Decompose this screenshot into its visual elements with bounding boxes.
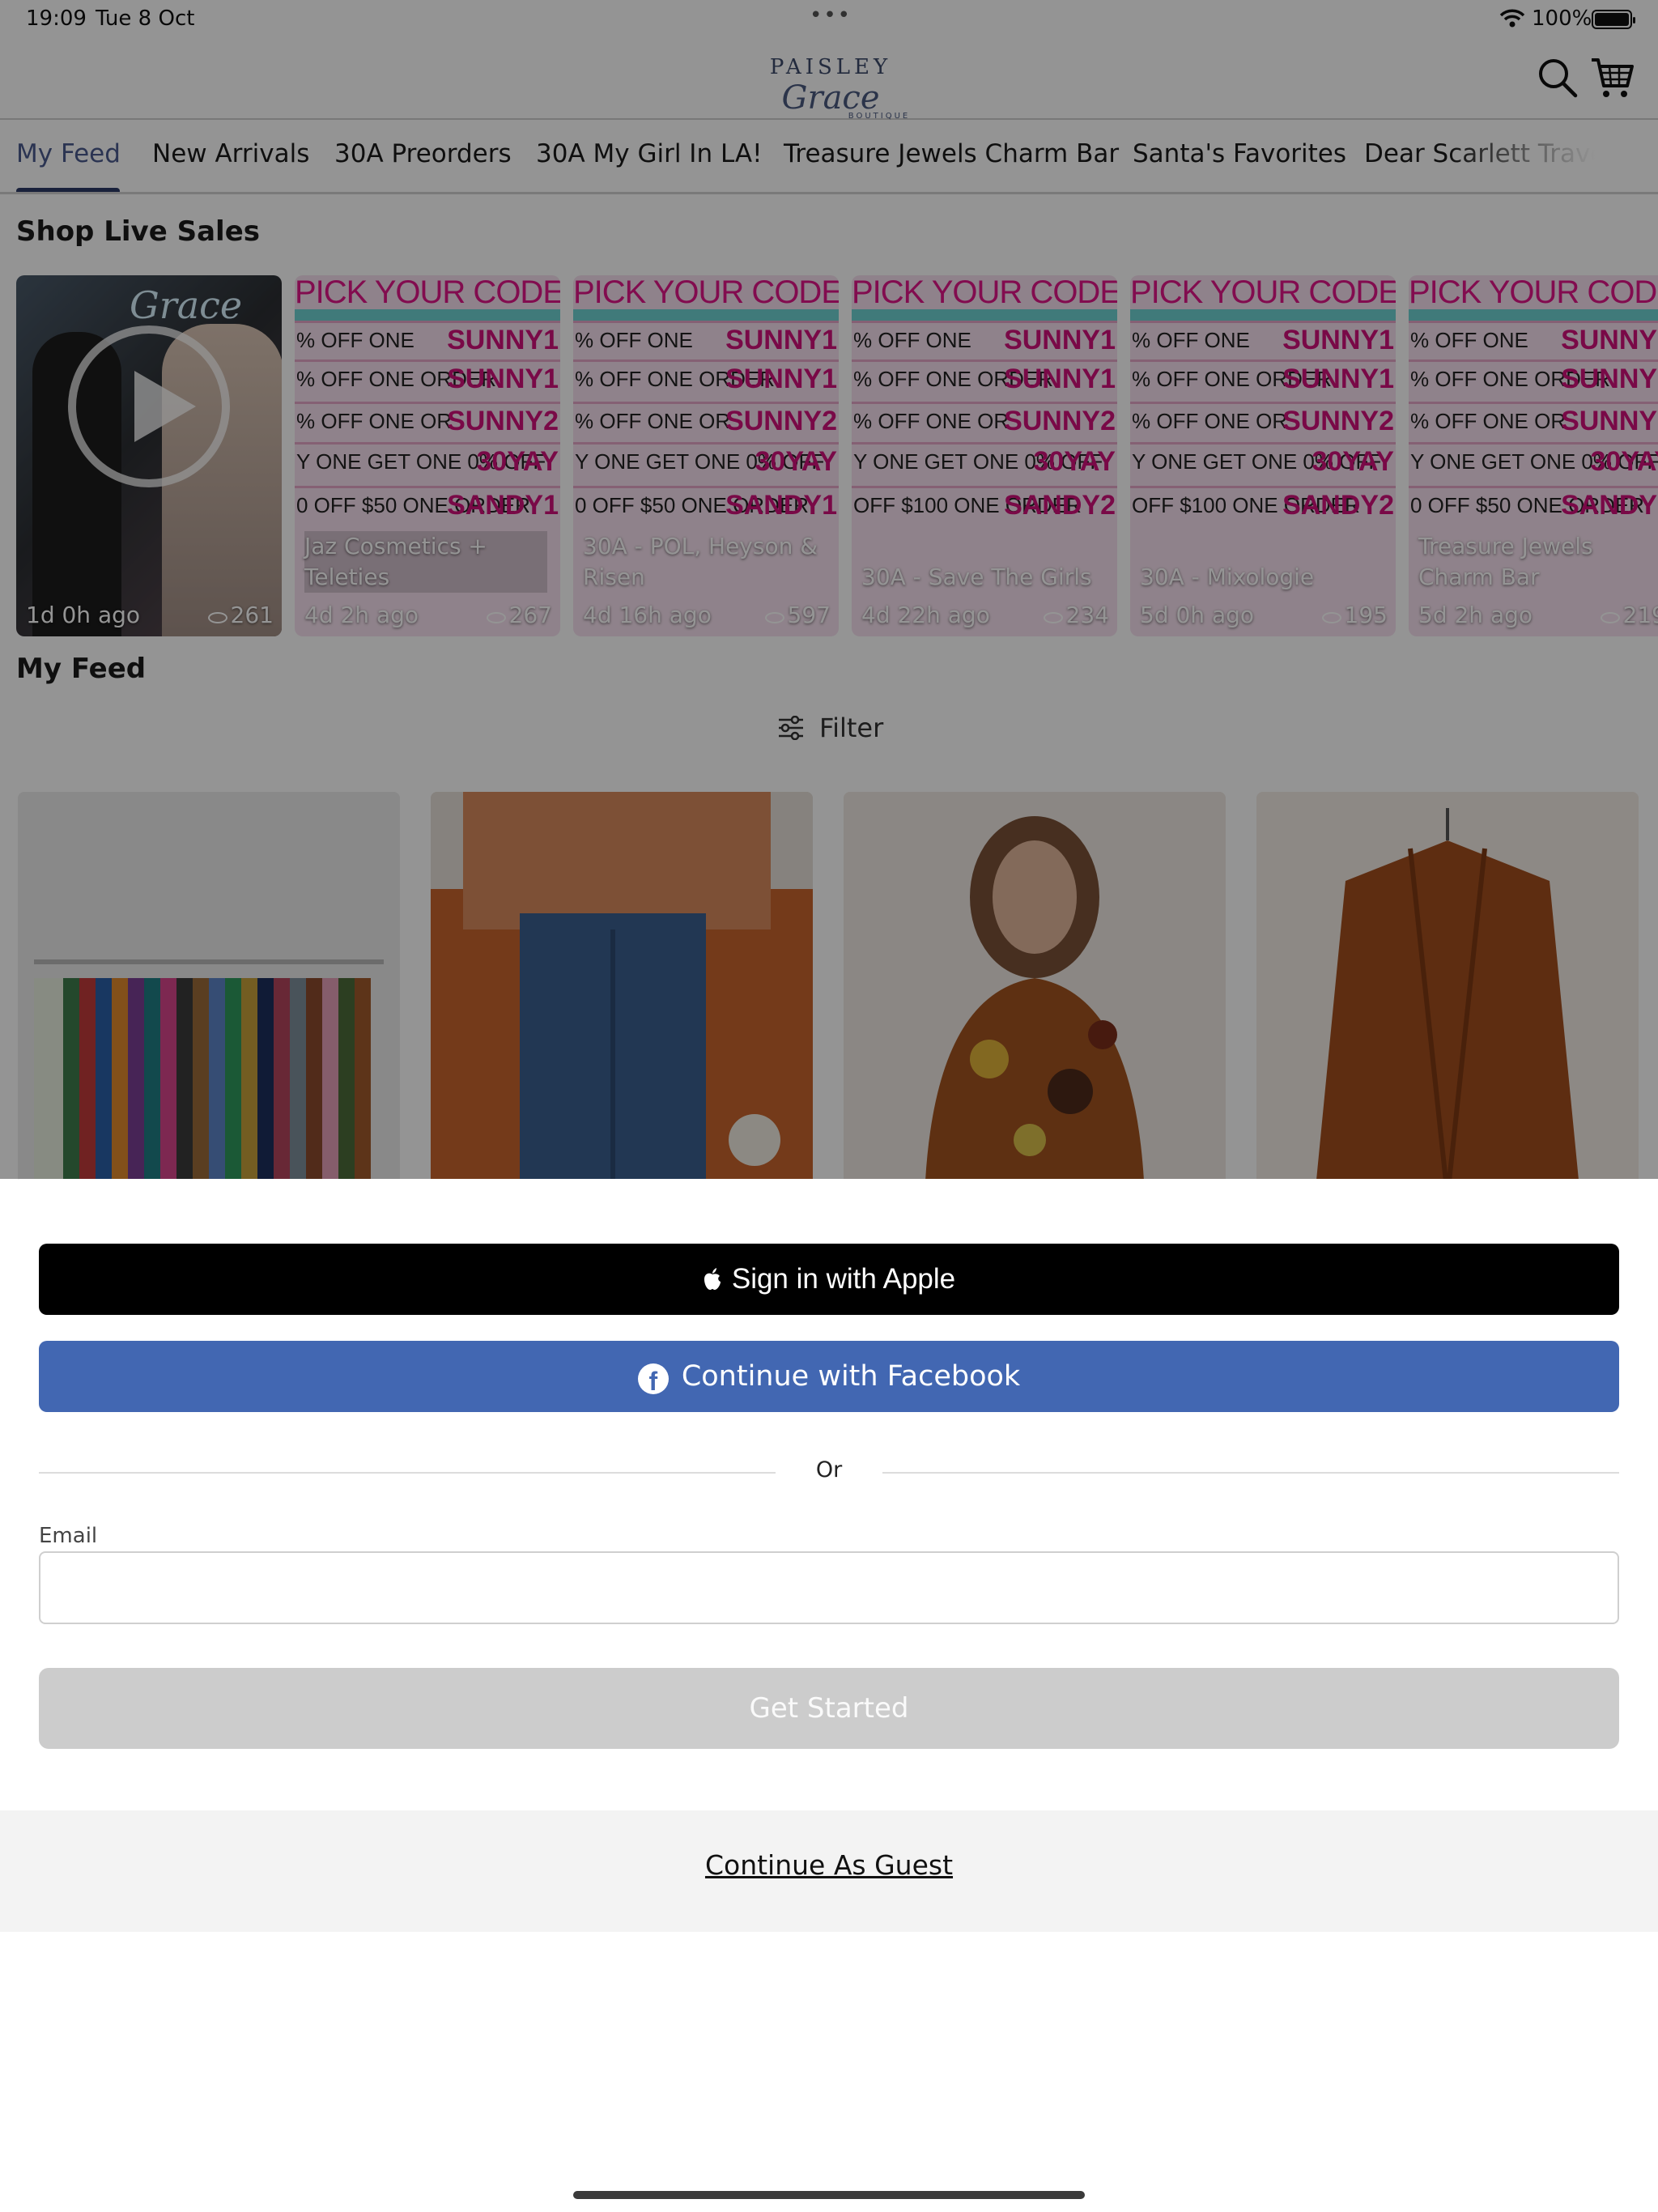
- or-divider: Or: [39, 1456, 1619, 1488]
- continue-facebook-button[interactable]: f Continue with Facebook: [39, 1341, 1619, 1412]
- modal-overlay[interactable]: [0, 0, 1658, 1179]
- divider-line: [882, 1472, 1619, 1474]
- home-indicator[interactable]: [573, 2191, 1085, 2199]
- facebook-label: Continue with Facebook: [681, 1360, 1021, 1393]
- auth-sheet: Sign in with Apple f Continue with Facebo…: [0, 1179, 1658, 2212]
- apple-label: Sign in with Apple: [731, 1263, 956, 1295]
- guest-bar: Continue As Guest: [0, 1810, 1658, 1932]
- get-started-button[interactable]: Get Started: [39, 1668, 1619, 1749]
- facebook-icon: f: [637, 1363, 669, 1396]
- continue-as-guest-link[interactable]: Continue As Guest: [0, 1849, 1658, 1881]
- email-field[interactable]: [39, 1551, 1619, 1624]
- apple-icon: [704, 1268, 721, 1290]
- sign-in-apple-button[interactable]: Sign in with Apple: [39, 1244, 1619, 1315]
- email-label: Email: [39, 1524, 98, 1548]
- or-label: Or: [815, 1457, 843, 1482]
